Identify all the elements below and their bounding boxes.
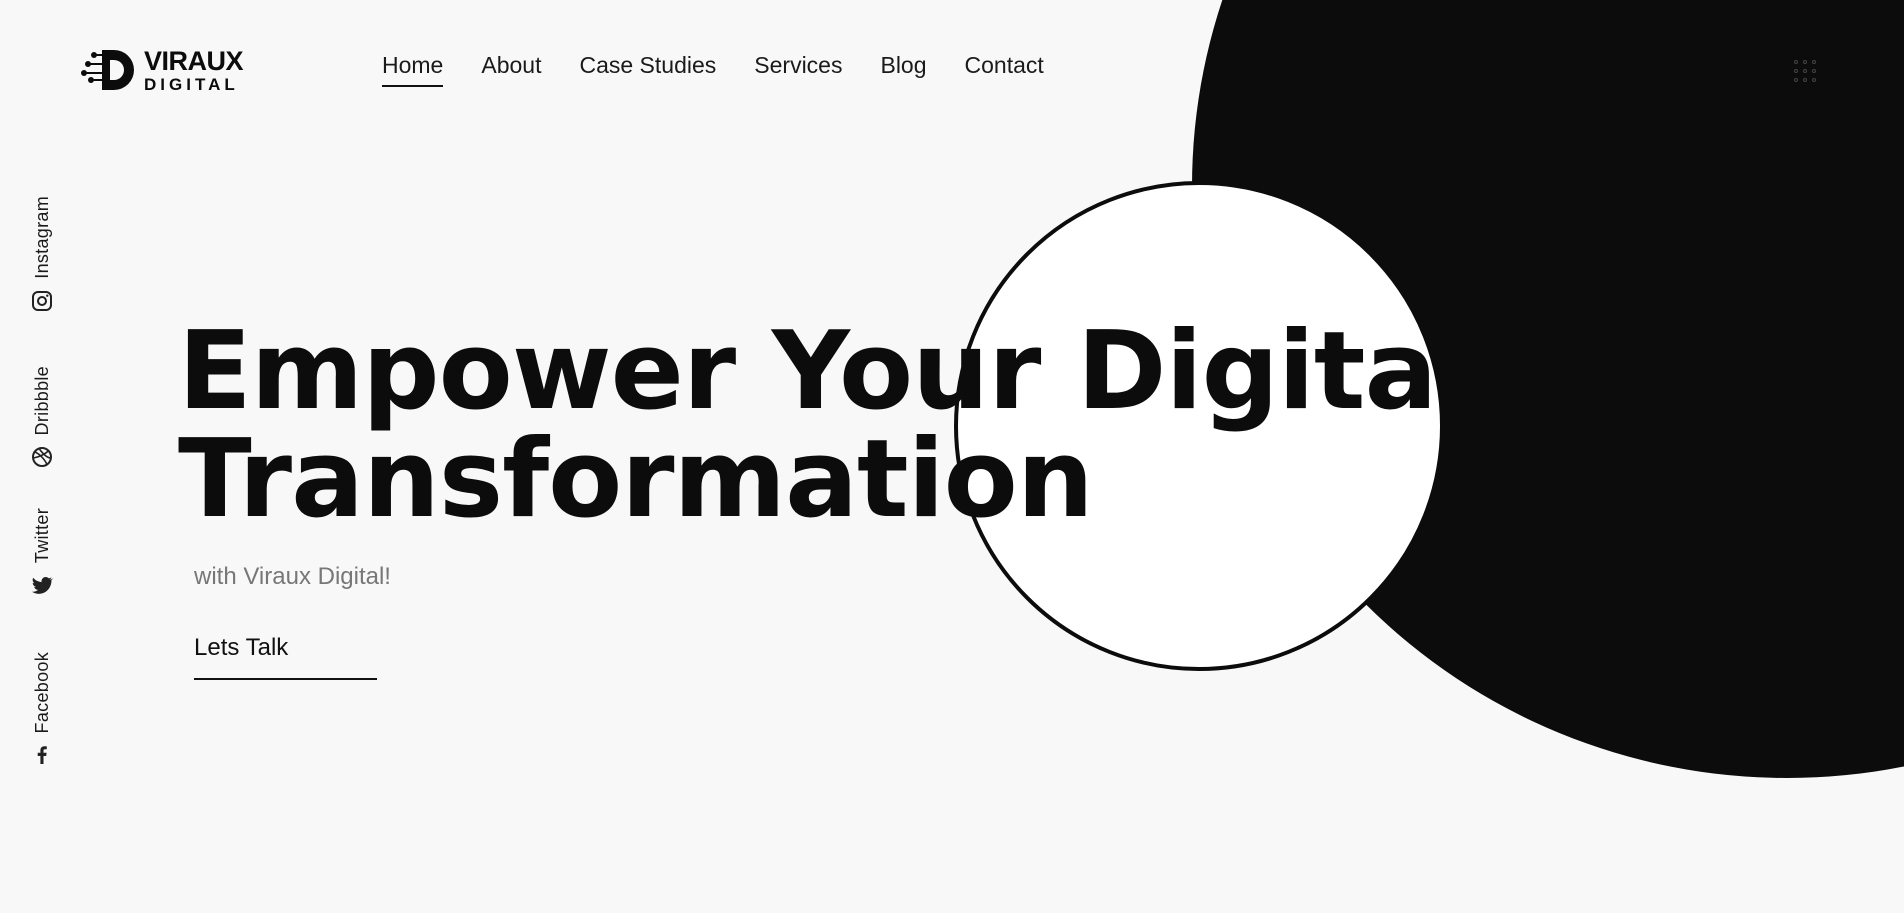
social-link-facebook[interactable]: Facebook (30, 652, 54, 767)
nav-item-services[interactable]: Services (754, 52, 842, 85)
landing-page: VIRAUX DIGITAL Home About Case Studies S… (0, 0, 1904, 913)
nav-item-home[interactable]: Home (382, 52, 444, 87)
brand-wordmark: VIRAUX DIGITAL (144, 45, 244, 94)
nav-item-blog[interactable]: Blog (880, 52, 926, 85)
hero-title-line2: Transformation (178, 417, 1094, 542)
social-link-twitter[interactable]: Twitter (30, 508, 54, 597)
social-label-twitter: Twitter (31, 508, 52, 564)
social-label-instagram: Instagram (31, 196, 52, 279)
grid-dots-icon[interactable] (1794, 60, 1820, 86)
instagram-icon (32, 290, 52, 311)
social-label-facebook: Facebook (31, 652, 52, 734)
hero-title: Empower Your Digital Transformation (178, 309, 1473, 542)
brand-name-line2: DIGITAL (144, 74, 239, 94)
twitter-icon (32, 577, 54, 594)
hero-title-line1: Empower Your Digital (178, 309, 1473, 434)
facebook-icon (37, 746, 47, 765)
hero-subtitle: with Viraux Digital! (194, 563, 391, 590)
brand-logo[interactable]: VIRAUX DIGITAL (80, 45, 244, 94)
dribbble-icon (32, 447, 52, 468)
social-label-dribbble: Dribbble (31, 366, 52, 436)
nav-item-contact[interactable]: Contact (965, 52, 1044, 85)
main-nav: Home About Case Studies Services Blog Co… (382, 52, 1044, 87)
nav-item-about[interactable]: About (481, 52, 541, 85)
social-link-instagram[interactable]: Instagram (30, 196, 54, 313)
viraux-d-logo-icon (81, 50, 134, 90)
lets-talk-button[interactable]: Lets Talk (194, 634, 377, 680)
social-link-dribbble[interactable]: Dribbble (30, 366, 54, 469)
nav-item-case-studies[interactable]: Case Studies (579, 52, 716, 85)
brand-name-line1: VIRAUX (144, 45, 244, 76)
